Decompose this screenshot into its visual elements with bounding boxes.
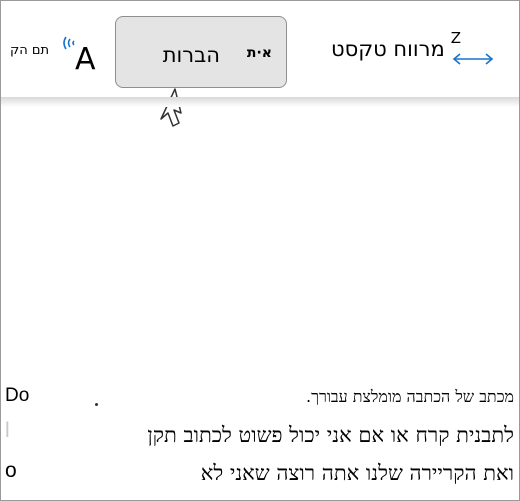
toolbar-shadow <box>1 97 519 107</box>
syllables-label: הברות <box>162 43 220 67</box>
read-aloud-icon[interactable]: A <box>61 33 101 73</box>
document-area[interactable]: Do l o מכתב של הכתבה מומלצת עבורך. לתבני… <box>1 107 519 500</box>
cropped-text-fragment: o <box>5 459 17 482</box>
syllables-icon: א·ת <box>246 45 272 61</box>
immersive-reader-toolbar: AZ מרווח טקסט הברות א·ת A תם הק <box>1 1 519 127</box>
text-spacing-icon: AZ <box>451 29 494 65</box>
text-spacing-icon-text: AZ <box>451 29 461 47</box>
read-aloud-icon-text: A <box>75 42 96 73</box>
cropped-text-fragment: Do <box>5 385 30 406</box>
stray-mark <box>95 403 98 406</box>
read-aloud-label[interactable]: תם הק <box>10 43 49 58</box>
cropped-text-fragment: l <box>5 419 10 442</box>
text-spacing-label: מרווח טקסט <box>331 37 445 61</box>
app-window: AZ מרווח טקסט הברות א·ת A תם הק Do <box>0 0 520 501</box>
text-spacing-toggle[interactable]: AZ מרווח טקסט <box>331 23 519 77</box>
document-line: מכתב של הכתבה מומלצת עבורך. <box>306 387 514 406</box>
document-line: ואת הקריירה שלנו אתה רוצה שאני לא <box>200 461 514 485</box>
document-line: לתבנית קרח או אם אני יכול פשוט לכתוב תקן <box>147 423 514 447</box>
syllables-toggle[interactable]: הברות א·ת <box>115 16 287 88</box>
